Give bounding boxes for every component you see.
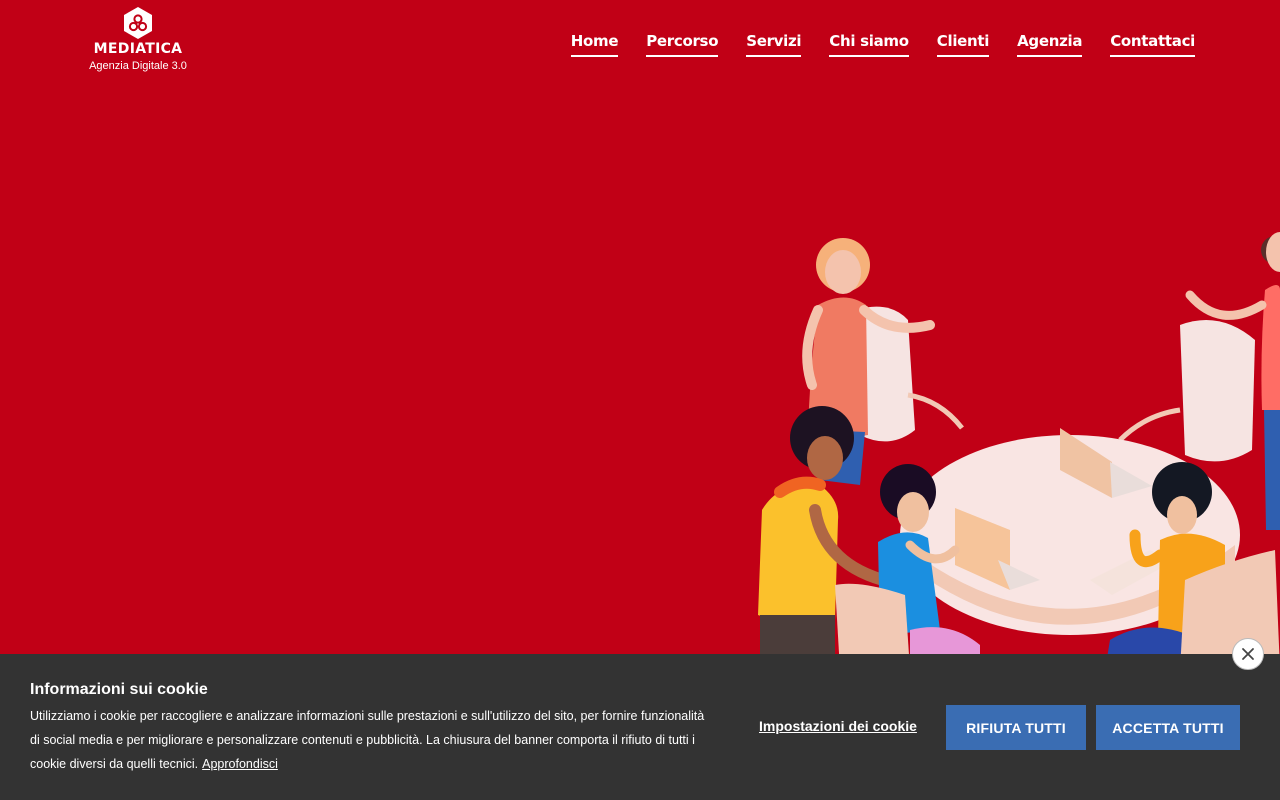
nav-item-agenzia[interactable]: Agenzia <box>1017 32 1083 57</box>
close-icon <box>1242 648 1254 660</box>
cookie-title: Informazioni sui cookie <box>30 681 208 698</box>
site-logo[interactable]: MEDIATICA Agenzia Digitale 3.0 <box>84 6 192 78</box>
brand-tagline: Agenzia Digitale 3.0 <box>89 60 187 72</box>
cookie-banner: Informazioni sui cookie Utilizziamo i co… <box>0 654 1280 800</box>
nav-item-home[interactable]: Home <box>570 32 619 57</box>
nav-item-percorso[interactable]: Percorso <box>646 32 719 57</box>
nav-item-contattaci[interactable]: Contattaci <box>1110 32 1195 57</box>
team-meeting-illustration <box>758 232 1280 670</box>
cookie-text: Utilizziamo i cookie per raccogliere e a… <box>30 709 705 771</box>
main-nav: Home Percorso Servizi Chi siamo Clienti … <box>570 32 1195 57</box>
logo-hexagon-icon <box>124 7 152 39</box>
nav-item-servizi[interactable]: Servizi <box>746 32 802 57</box>
cookie-settings-link[interactable]: Impostazioni dei cookie <box>759 717 917 735</box>
close-banner-button[interactable] <box>1232 638 1264 670</box>
learn-more-link[interactable]: Approfondisci <box>202 757 278 771</box>
cookie-description: Utilizziamo i cookie per raccogliere e a… <box>30 704 710 776</box>
nav-item-clienti[interactable]: Clienti <box>936 32 989 57</box>
accept-all-button[interactable]: ACCETTA TUTTI <box>1096 705 1240 750</box>
nav-item-chi-siamo[interactable]: Chi siamo <box>829 32 909 57</box>
brand-name: MEDIATICA <box>93 41 183 57</box>
reject-all-button[interactable]: RIFIUTA TUTTI <box>946 705 1086 750</box>
